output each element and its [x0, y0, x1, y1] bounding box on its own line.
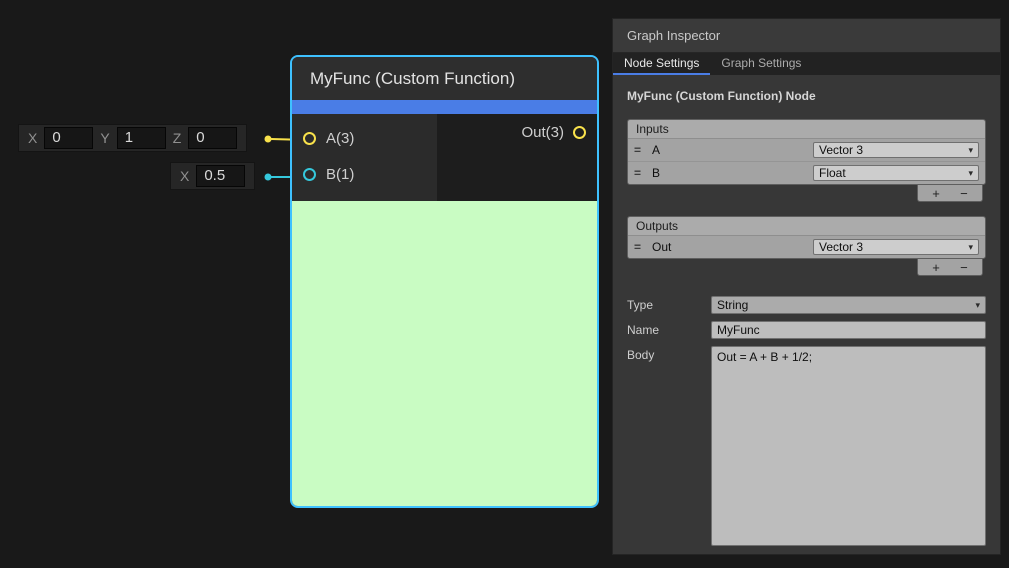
drag-handle-icon[interactable]: =	[634, 166, 646, 180]
vector3-z-field[interactable]: 0	[188, 127, 237, 149]
output-name: Out	[652, 240, 807, 254]
type-label: Type	[627, 296, 711, 314]
custom-function-node[interactable]: MyFunc (Custom Function) A(3) B(1) Out(3…	[290, 55, 599, 508]
vector3-input-widget[interactable]: X 0 Y 1 Z 0	[18, 124, 247, 152]
input-port-b[interactable]: B(1)	[292, 156, 437, 192]
graph-inspector-panel: Graph Inspector Node Settings Graph Sett…	[612, 18, 1001, 555]
outputs-list-footer: + −	[917, 259, 983, 276]
vector3-y-field[interactable]: 1	[117, 127, 166, 149]
port-circle-vector-icon[interactable]	[573, 126, 586, 139]
body-field[interactable]: Out = A + B + 1/2;	[711, 346, 986, 546]
input-type-dropdown[interactable]: Float ▾	[813, 165, 979, 181]
float-x-field[interactable]: 0.5	[196, 165, 245, 187]
inspector-tabs: Node Settings Graph Settings	[613, 53, 1000, 75]
node-settings-heading: MyFunc (Custom Function) Node	[627, 89, 986, 103]
inputs-list-title: Inputs	[628, 120, 985, 139]
dropdown-value: Vector 3	[819, 240, 863, 254]
axis-label-x: X	[180, 168, 189, 184]
input-port-a[interactable]: A(3)	[292, 120, 437, 156]
axis-label-x: X	[28, 130, 37, 146]
dropdown-value: Vector 3	[819, 143, 863, 157]
port-label-a: A(3)	[326, 130, 354, 147]
float-input-widget[interactable]: X 0.5	[170, 162, 255, 190]
input-ports: A(3) B(1)	[292, 114, 437, 201]
inspector-title: Graph Inspector	[627, 28, 720, 43]
drag-handle-icon[interactable]: =	[634, 143, 646, 157]
drag-handle-icon[interactable]: =	[634, 240, 646, 254]
dropdown-value: String	[717, 298, 748, 312]
type-dropdown[interactable]: String ▾	[711, 296, 986, 314]
dropdown-arrow-icon: ▾	[968, 242, 973, 253]
name-field[interactable]	[711, 321, 986, 339]
tab-graph-settings[interactable]: Graph Settings	[710, 53, 812, 75]
port-label-b: B(1)	[326, 166, 354, 183]
axis-label-z: Z	[173, 130, 182, 146]
outputs-list-title: Outputs	[628, 217, 985, 236]
tab-node-settings[interactable]: Node Settings	[613, 53, 710, 75]
output-port-out[interactable]: Out(3)	[521, 114, 597, 150]
list-item[interactable]: = A Vector 3 ▾	[628, 139, 985, 161]
list-item[interactable]: = Out Vector 3 ▾	[628, 236, 985, 258]
name-label: Name	[627, 321, 711, 339]
vector3-widget-output-port[interactable]	[265, 136, 272, 143]
node-preview	[292, 201, 597, 506]
add-input-button[interactable]: +	[926, 187, 946, 200]
port-label-out: Out(3)	[521, 124, 564, 141]
dropdown-arrow-icon: ▾	[975, 300, 980, 311]
float-widget-output-port[interactable]	[265, 174, 272, 181]
body-label: Body	[627, 346, 711, 546]
port-circle-vector-icon[interactable]	[303, 132, 316, 145]
dropdown-arrow-icon: ▾	[968, 145, 973, 156]
inputs-list-footer: + −	[917, 185, 983, 202]
inspector-header[interactable]: Graph Inspector	[613, 19, 1000, 53]
vector3-x-field[interactable]: 0	[44, 127, 93, 149]
add-output-button[interactable]: +	[926, 261, 946, 274]
node-title: MyFunc (Custom Function)	[310, 69, 515, 89]
port-circle-float-icon[interactable]	[303, 168, 316, 181]
list-item[interactable]: = B Float ▾	[628, 161, 985, 184]
output-ports: Out(3)	[437, 114, 597, 201]
remove-input-button[interactable]: −	[954, 187, 974, 200]
input-name: B	[652, 166, 807, 180]
remove-output-button[interactable]: −	[954, 261, 974, 274]
input-name: A	[652, 143, 807, 157]
inputs-list: Inputs = A Vector 3 ▾ = B Float ▾	[627, 119, 986, 185]
node-selection-bar	[292, 100, 597, 114]
dropdown-arrow-icon: ▾	[968, 168, 973, 179]
output-type-dropdown[interactable]: Vector 3 ▾	[813, 239, 979, 255]
node-header[interactable]: MyFunc (Custom Function)	[292, 57, 597, 100]
inspector-body: MyFunc (Custom Function) Node Inputs = A…	[613, 75, 1000, 554]
axis-label-y: Y	[100, 130, 109, 146]
dropdown-value: Float	[819, 166, 846, 180]
outputs-list: Outputs = Out Vector 3 ▾	[627, 216, 986, 259]
input-type-dropdown[interactable]: Vector 3 ▾	[813, 142, 979, 158]
node-port-area: A(3) B(1) Out(3)	[292, 114, 597, 201]
